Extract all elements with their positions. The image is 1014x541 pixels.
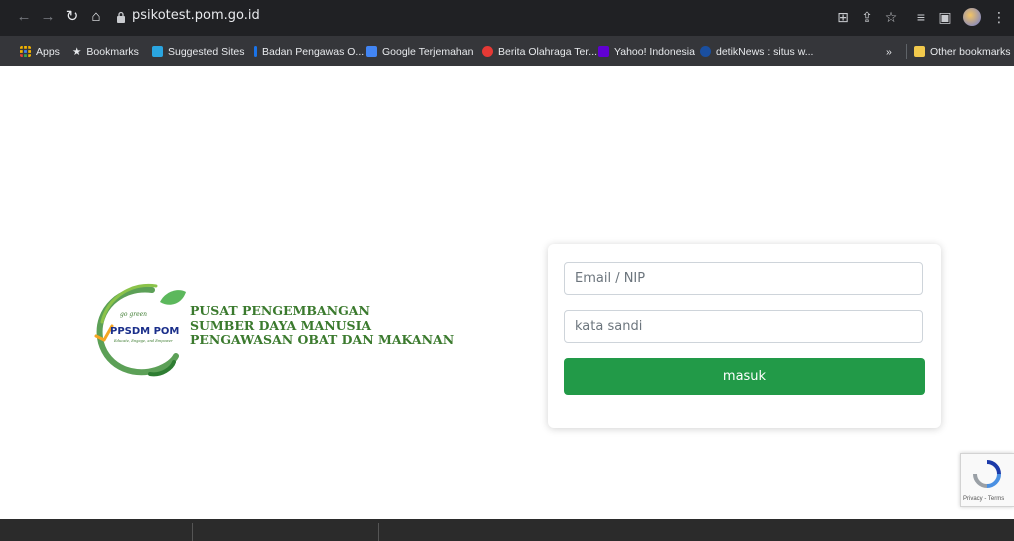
taskbar-separator: [192, 523, 193, 541]
url-text: psikotest.pom.go.id: [132, 8, 260, 23]
bookmark-separator: [906, 44, 907, 59]
taskbar-separator: [378, 523, 379, 541]
os-taskbar: [0, 519, 1014, 541]
password-input[interactable]: [564, 310, 923, 343]
lock-icon: [117, 11, 125, 23]
translate-icon: [366, 46, 377, 57]
apps-grid-icon: [20, 46, 31, 57]
recaptcha-icon: [973, 460, 1001, 488]
email-nip-input[interactable]: [564, 262, 923, 295]
bing-icon: [152, 46, 163, 57]
organization-name: PUSAT PENGEMBANGAN SUMBER DAYA MANUSIA P…: [190, 303, 455, 348]
translate-page-icon[interactable]: ⊞: [834, 8, 852, 26]
login-button[interactable]: masuk: [564, 358, 925, 395]
bookmark-star-icon[interactable]: ☆: [882, 8, 900, 26]
side-panel-icon[interactable]: ▣: [936, 8, 954, 26]
detik-icon: [700, 46, 711, 57]
home-icon[interactable]: ⌂: [86, 7, 106, 27]
browser-toolbar: ← → ↻ ⌂ psikotest.pom.go.id ⊞ ⇪ ☆ ≡ ▣ ⋮: [0, 0, 1014, 36]
sports-news-icon: [482, 46, 493, 57]
share-icon[interactable]: ⇪: [858, 8, 876, 26]
org-line-2: SUMBER DAYA MANUSIA: [190, 317, 372, 333]
logo-tagline-bottom: Educate, Engage, and Empower: [113, 339, 173, 343]
bookmark-bookmarks[interactable]: ★ Bookmarks: [72, 44, 139, 60]
back-icon[interactable]: ←: [14, 7, 34, 27]
reload-icon[interactable]: ↻: [62, 7, 82, 27]
forward-icon[interactable]: →: [38, 7, 58, 27]
yahoo-icon: [598, 46, 609, 57]
recaptcha-badge[interactable]: Privacy - Terms: [960, 453, 1014, 507]
bookmark-detiknews[interactable]: detikNews : situs w...: [700, 44, 813, 60]
bookmark-suggested-sites[interactable]: Suggested Sites: [152, 44, 244, 60]
bookmark-badan-pengawas[interactable]: Badan Pengawas O...: [254, 44, 364, 60]
bookmark-overflow-button[interactable]: »: [886, 44, 892, 60]
profile-avatar[interactable]: [963, 8, 981, 26]
reading-list-icon[interactable]: ≡: [912, 8, 930, 26]
folder-icon: [914, 46, 925, 57]
bookmarks-bar: Apps ★ Bookmarks Suggested Sites Badan Pe…: [0, 36, 1014, 66]
site-favicon-icon: [254, 46, 257, 57]
menu-kebab-icon[interactable]: ⋮: [990, 8, 1008, 26]
org-line-1: PUSAT PENGEMBANGAN: [190, 303, 370, 318]
logo-tagline-top: go green: [120, 311, 147, 318]
address-bar[interactable]: psikotest.pom.go.id: [112, 4, 828, 30]
recaptcha-privacy-terms[interactable]: Privacy - Terms: [963, 496, 1004, 502]
other-bookmarks[interactable]: Other bookmarks: [914, 44, 1011, 60]
logo-wordmark: PPSDM POM: [110, 326, 179, 337]
ppsdm-pom-logo: go green PPSDM POM Educate, Engage, and …: [94, 283, 186, 377]
bookmark-google-terjemahan[interactable]: Google Terjemahan: [366, 44, 473, 60]
login-card: masuk: [548, 244, 941, 428]
bookmark-yahoo-indonesia[interactable]: Yahoo! Indonesia: [598, 44, 695, 60]
bookmark-berita-olahraga[interactable]: Berita Olahraga Ter...: [482, 44, 597, 60]
bookmark-apps[interactable]: Apps: [20, 44, 60, 60]
org-line-3: PENGAWASAN OBAT DAN MAKANAN: [190, 332, 455, 347]
star-icon: ★: [72, 46, 82, 58]
